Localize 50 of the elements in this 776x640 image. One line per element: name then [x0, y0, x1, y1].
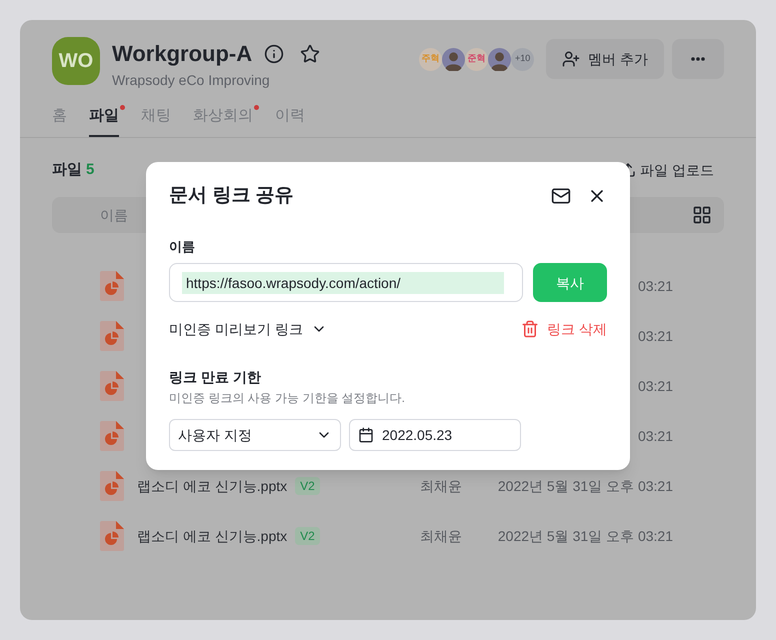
- dialog-title: 문서 링크 공유: [169, 184, 294, 208]
- date-cell-text: 03:21: [638, 377, 673, 396]
- avatar-icon: [488, 48, 512, 70]
- workgroup-avatar: WO: [52, 37, 100, 85]
- files-count: 5: [86, 160, 94, 180]
- expiry-description: 미인증 링크의 사용 가능 기한을 설정합니다.: [169, 390, 406, 407]
- presentation-file-icon: [100, 521, 124, 551]
- version-tag: V2: [295, 527, 320, 545]
- workgroup-title: Workgroup-A: [112, 40, 252, 68]
- delete-link-button[interactable]: 링크 삭제: [521, 319, 607, 339]
- member-avatar: 준혁: [465, 48, 488, 70]
- star-icon[interactable]: [300, 44, 320, 64]
- member-avatar: 주혁: [419, 48, 442, 70]
- date-cell-text: 03:21: [638, 327, 673, 346]
- presentation-file-icon: [100, 471, 124, 501]
- author-cell-text: 최채윤: [420, 477, 462, 496]
- file-name[interactable]: 랩소디 에코 신기능.pptx: [137, 526, 288, 546]
- presentation-file-icon: [100, 371, 124, 401]
- link-text: https://fasoo.wrapsody.com/action/: [182, 272, 504, 294]
- tab[interactable]: 파일: [89, 105, 119, 136]
- name-label: 이름: [169, 238, 196, 256]
- author-cell-text: 최채윤: [420, 527, 462, 546]
- preview-link-dropdown[interactable]: 미인증 미리보기 링크: [169, 319, 327, 339]
- date-value: 2022.05.23: [382, 426, 452, 445]
- date-field[interactable]: 2022.05.23: [349, 419, 521, 451]
- column-header: 이름: [100, 206, 128, 225]
- date-cell-text: 2022년 5월 31일 오후 03:21: [498, 477, 673, 496]
- version-tag: V2: [295, 477, 320, 495]
- file-name[interactable]: 랩소디 에코 신기능.pptx: [137, 476, 288, 496]
- member-count[interactable]: +10: [511, 48, 534, 70]
- workgroup-subtitle: Wrapsody eCo Improving: [112, 71, 271, 90]
- mail-icon[interactable]: [551, 186, 571, 206]
- date-cell-text: 2022년 5월 31일 오후 03:21: [498, 527, 673, 546]
- expiry-select[interactable]: 사용자 지정: [169, 419, 341, 451]
- add-person-icon: [562, 50, 580, 68]
- files-title: 파일: [52, 160, 82, 180]
- link-field[interactable]: https://fasoo.wrapsody.com/action/: [169, 263, 523, 302]
- presentation-file-icon: [100, 321, 124, 351]
- avatar-icon: [442, 48, 466, 70]
- calendar-icon: [358, 427, 374, 443]
- date-cell-text: 03:21: [638, 427, 673, 446]
- info-icon[interactable]: [264, 44, 284, 64]
- expiry-title: 링크 만료 기한: [169, 368, 262, 387]
- presentation-file-icon: [100, 421, 124, 451]
- date-cell-text: 03:21: [638, 277, 673, 296]
- grid-view-icon[interactable]: [692, 205, 712, 225]
- add-member-button[interactable]: 멤버 추가: [546, 39, 664, 79]
- presentation-file-icon: [100, 271, 124, 301]
- trash-icon: [521, 320, 540, 338]
- more-icon: [691, 57, 705, 61]
